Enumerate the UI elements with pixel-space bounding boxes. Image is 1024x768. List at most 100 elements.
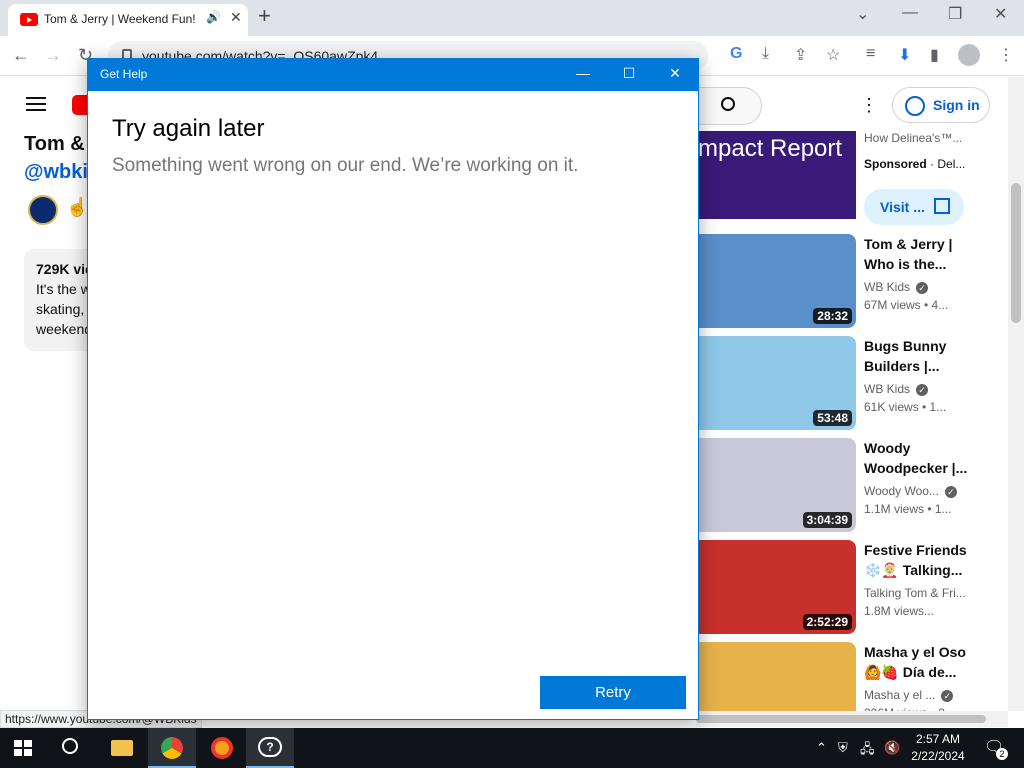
ad-title[interactable]: How Delinea's™... [864,131,962,145]
tab-search-icon[interactable]: ⌄ [856,4,869,24]
ad-thumbnail[interactable]: mpact Report [698,131,856,219]
horizontal-scrollbar[interactable] [696,711,1008,727]
visit-advertiser-button[interactable]: Visit ... [864,189,964,225]
recommendation-title[interactable]: Bugs Bunny Builders |... [864,336,968,376]
account-icon [905,96,925,116]
video-thumbnail[interactable] [698,642,856,711]
search-button[interactable] [690,87,762,125]
close-window-icon[interactable]: ✕ [994,4,1007,24]
video-duration: 3:04:39 [802,512,852,528]
dialog-minimize-icon[interactable]: — [568,65,598,85]
back-icon[interactable]: ← [12,44,30,66]
more-options-icon[interactable]: ⋮ [998,45,1014,65]
get-help-taskbar-button[interactable]: ? [246,728,294,768]
ad-thumbnail-text: mpact Report [698,135,843,162]
file-explorer-button[interactable] [98,728,146,768]
video-thumbnail[interactable]: 53:48 [698,336,856,430]
sponsored-label: Sponsored [864,157,927,171]
youtube-favicon-icon [20,13,38,26]
hand-cursor-icon: ☝ [66,197,89,217]
bookmark-star-icon[interactable]: ☆ [826,45,840,65]
forward-icon[interactable]: → [44,44,62,66]
recommendation-card[interactable]: 28:32 Tom & Jerry | Who is the... WB Kids ✓… [698,234,998,330]
recommendation-card[interactable]: 3:04:39 Woody Woodpecker |... Woody Woo...… [698,438,998,534]
settings-more-icon[interactable]: ⋮ [860,95,878,116]
video-thumbnail[interactable]: 2:52:29 [698,540,856,634]
security-icon[interactable]: ⛨ [838,740,848,756]
folder-icon [111,740,133,756]
advertiser-name: Del... [937,157,966,171]
browser-tab[interactable]: Tom & Jerry | Weekend Fun! 🔊 ✕ [8,4,248,36]
channel-name: WB Kids [864,280,911,294]
channel-avatar[interactable] [28,195,58,225]
share-icon[interactable]: ⇪ [794,45,807,65]
search-taskbar-button[interactable] [48,728,96,768]
recommendation-channel[interactable]: Woody Woo... ✓ [864,484,957,498]
recommendation-card[interactable]: 53:48 Bugs Bunny Builders |... WB Kids ✓ 61K… [698,336,998,432]
recommendation-title[interactable]: Woody Woodpecker |... [864,438,968,478]
show-hidden-icons-icon[interactable]: ⌃ [816,740,827,756]
scrollbar-thumb[interactable] [1011,183,1021,323]
horizontal-scrollbar-thumb[interactable] [696,715,986,723]
retry-button[interactable]: Retry [540,676,686,709]
get-help-dialog: Get Help — ☐ ✕ Try again later Something… [87,58,699,720]
recommendation-channel[interactable]: WB Kids ✓ [864,382,929,396]
recommendation-views: 67M views • 4... [864,298,949,312]
video-title: Tom & . [24,133,96,155]
chrome-taskbar-button[interactable] [148,728,196,768]
media-control-icon[interactable]: ≡ [866,45,875,63]
error-heading: Try again later [112,115,265,142]
search-icon [62,738,78,754]
verified-badge-icon: ✓ [944,485,957,498]
recommendation-card[interactable]: 2:52:29 Festive Friends ❄️🤶 Talking... Tal… [698,540,998,636]
channel-name: WB Kids [864,382,911,396]
chrome-icon [161,737,183,759]
menu-icon[interactable] [26,97,46,111]
start-button[interactable] [0,728,48,768]
channel-name: Woody Woo... [864,484,939,498]
volume-muted-icon[interactable]: 🔇 [884,740,900,756]
video-duration: 28:32 [813,308,852,324]
channel-handle-link[interactable]: @wbki [24,161,88,184]
video-duration: 2:52:29 [802,614,852,630]
recommendation-views: 61K views • 1... [864,400,947,414]
recommendation-channel[interactable]: Masha y el ... ✓ [864,688,954,702]
verified-badge-icon: ✓ [941,689,954,702]
video-duration: 53:48 [813,410,852,426]
recommendation-title[interactable]: Masha y el Oso 🙆🍓 Día de... [864,642,968,682]
recommendation-channel[interactable]: WB Kids ✓ [864,280,929,294]
recommendation-channel[interactable]: Talking Tom & Fri... [864,586,966,600]
browser-tab-strip: Tom & Jerry | Weekend Fun! 🔊 ✕ + ⌄ — ❐ ✕ [0,0,1024,36]
restore-window-icon[interactable]: ❐ [948,4,962,24]
video-thumbnail[interactable]: 28:32 [698,234,856,328]
minimize-window-icon[interactable]: — [902,4,918,22]
network-icon[interactable]: 🖧 [860,740,875,762]
dialog-titlebar[interactable]: Get Help — ☐ ✕ [88,59,698,91]
visit-label: Visit ... [880,199,925,215]
channel-name: Masha y el ... [864,688,936,702]
channel-name: Talking Tom & Fri... [864,586,966,600]
close-tab-icon[interactable]: ✕ [230,9,242,26]
page-scrollbar[interactable] [1008,77,1024,711]
download-icon[interactable]: ⬇ [898,45,911,65]
dialog-close-icon[interactable]: ✕ [660,65,690,85]
recommendation-views: 1.1M views • 1... [864,502,952,516]
windows-logo-icon [14,740,32,756]
install-app-icon[interactable]: ⤓ [762,45,769,63]
search-icon [721,97,735,111]
video-thumbnail[interactable]: 3:04:39 [698,438,856,532]
profile-avatar-icon[interactable] [958,44,980,66]
side-panel-icon[interactable]: ▮ [930,45,939,65]
media-app-button[interactable] [198,728,246,768]
google-lens-icon[interactable]: G [730,45,742,63]
error-message: Something went wrong on our end. We’re w… [112,155,579,176]
audio-playing-icon[interactable]: 🔊 [206,10,221,24]
new-tab-button[interactable]: + [258,4,271,28]
recommendation-title[interactable]: Tom & Jerry | Who is the... [864,234,968,274]
dialog-maximize-icon[interactable]: ☐ [614,65,644,85]
recommendation-card[interactable]: Masha y el Oso 🙆🍓 Día de... Masha y el ..… [698,642,998,711]
verified-badge-icon: ✓ [916,383,929,396]
recommendation-title[interactable]: Festive Friends ❄️🤶 Talking... [864,540,968,580]
clock[interactable]: 2:57 AM 2/22/2024 [906,731,970,765]
sign-in-button[interactable]: Sign in [892,87,990,123]
